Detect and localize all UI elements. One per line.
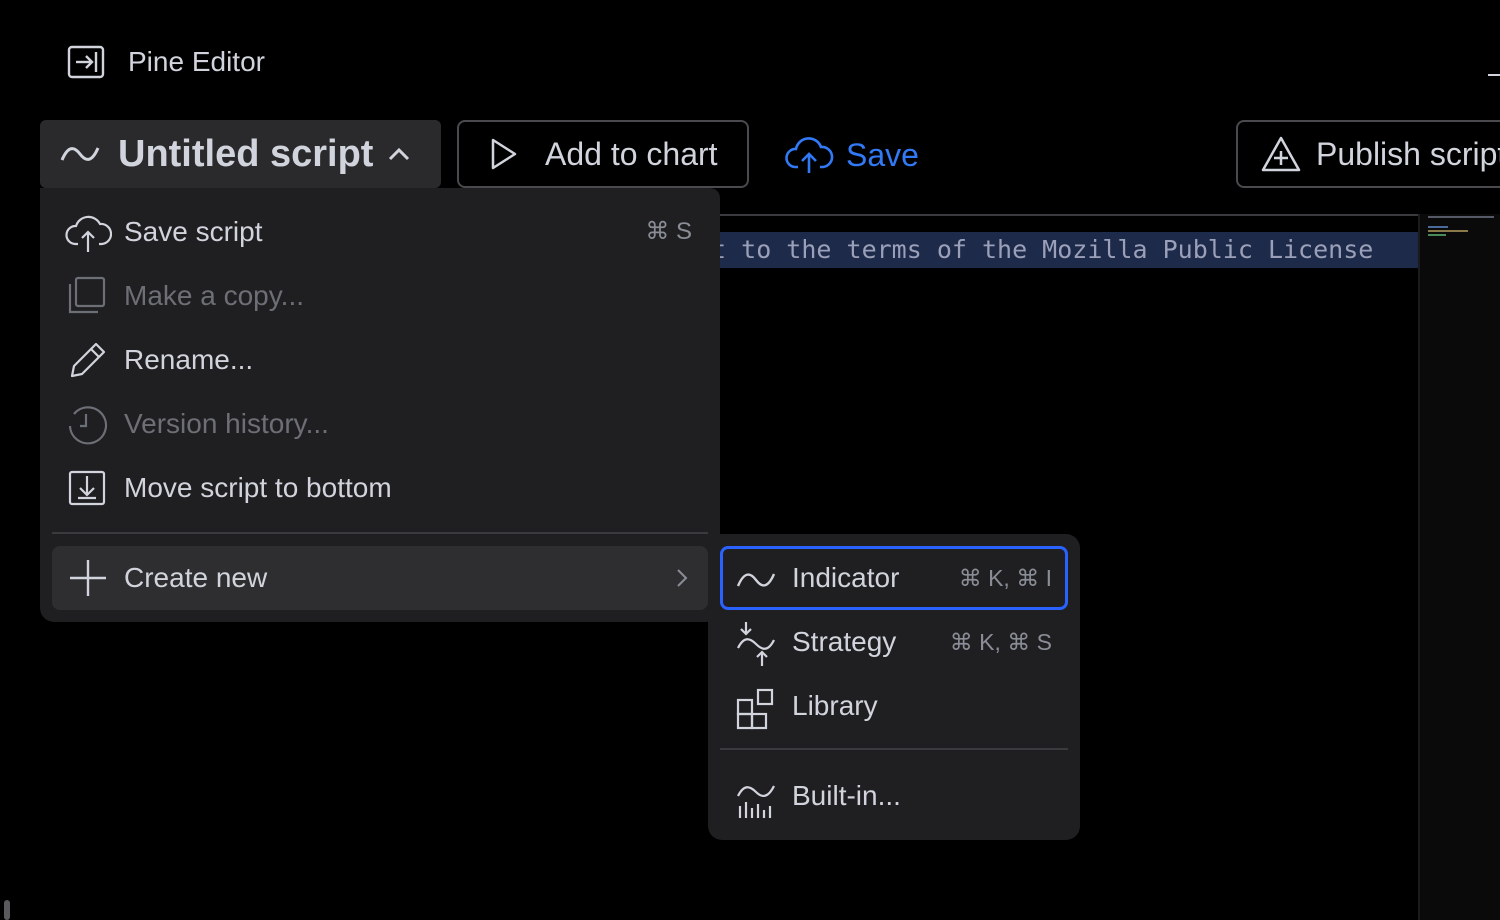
menu-item-move-to-bottom[interactable]: Move script to bottom [40, 456, 720, 520]
save-button[interactable]: Save [784, 128, 919, 182]
minimap-line [1428, 216, 1494, 218]
pencil-icon [64, 338, 112, 382]
save-label: Save [846, 136, 919, 173]
move-bottom-icon [64, 466, 112, 510]
minimap-line [1428, 226, 1448, 228]
cloud-upload-icon [64, 210, 112, 254]
panel-enter-icon[interactable] [66, 44, 106, 80]
indicator-wave-icon [60, 142, 100, 166]
submenu-item-label: Strategy [792, 626, 897, 657]
script-name: Untitled script [118, 132, 374, 175]
code-line-selected[interactable]: ct to the terms of the Mozilla Public Li… [700, 232, 1418, 268]
minimap-line [1428, 230, 1468, 232]
menu-item-create-new[interactable]: Create new [52, 546, 708, 610]
add-to-chart-label: Add to chart [545, 135, 718, 172]
chevron-up-icon [387, 146, 411, 162]
history-icon [64, 402, 112, 446]
menu-item-label: Make a copy... [124, 280, 305, 311]
script-menu: Save script ⌘ S Make a copy... Rename... [40, 188, 720, 622]
menu-item-label: Version history... [124, 408, 329, 439]
submenu-divider [720, 748, 1068, 750]
menu-item-label: Save script [124, 216, 263, 247]
menu-item-rename[interactable]: Rename... [40, 328, 720, 392]
menu-item-version-history[interactable]: Version history... [40, 392, 720, 456]
submenu-item-label: Indicator [792, 562, 900, 593]
panel-title: Pine Editor [128, 46, 265, 77]
submenu-item-library[interactable]: Library [720, 674, 1068, 738]
menu-item-make-copy[interactable]: Make a copy... [40, 264, 720, 328]
built-in-chart-icon [734, 776, 778, 820]
submenu-item-built-in[interactable]: Built-in... [720, 764, 1068, 828]
menu-item-label: Create new [124, 562, 268, 593]
publish-script-button[interactable]: Publish script [1236, 120, 1500, 188]
submenu-item-label: Built-in... [792, 780, 901, 811]
code-text: ct to the terms of the Mozilla Public Li… [700, 235, 1374, 264]
strategy-icon [734, 622, 778, 666]
play-icon [489, 137, 519, 171]
menu-item-label: Rename... [124, 344, 254, 375]
create-new-submenu: Indicator ⌘ K, ⌘ I Strategy ⌘ K, ⌘ S Lib… [708, 534, 1080, 840]
publish-label: Publish script [1316, 135, 1500, 172]
script-name-dropdown[interactable]: Untitled script [40, 120, 441, 188]
code-minimap[interactable] [1418, 214, 1500, 920]
plus-icon [64, 556, 112, 600]
shortcut-label: ⌘ K, ⌘ S [949, 629, 1052, 655]
publish-icon [1260, 135, 1302, 173]
menu-divider [52, 532, 708, 534]
editor-border [700, 214, 1420, 216]
submenu-item-strategy[interactable]: Strategy ⌘ K, ⌘ S [720, 610, 1068, 674]
shortcut-label: ⌘ S [645, 218, 692, 245]
library-icon [734, 686, 778, 730]
submenu-item-indicator[interactable]: Indicator ⌘ K, ⌘ I [720, 546, 1068, 610]
cloud-upload-icon [784, 135, 834, 175]
menu-item-save-script[interactable]: Save script ⌘ S [40, 200, 720, 264]
minimize-icon[interactable] [1488, 74, 1500, 76]
indicator-wave-icon [734, 558, 778, 602]
copy-icon [64, 274, 112, 318]
shortcut-label: ⌘ K, ⌘ I [958, 565, 1052, 591]
menu-item-label: Move script to bottom [124, 472, 392, 503]
minimap-line [1428, 234, 1446, 236]
submenu-item-label: Library [792, 690, 878, 721]
add-to-chart-button[interactable]: Add to chart [457, 120, 749, 188]
resize-handle[interactable] [4, 900, 10, 920]
chevron-right-icon [676, 568, 688, 588]
